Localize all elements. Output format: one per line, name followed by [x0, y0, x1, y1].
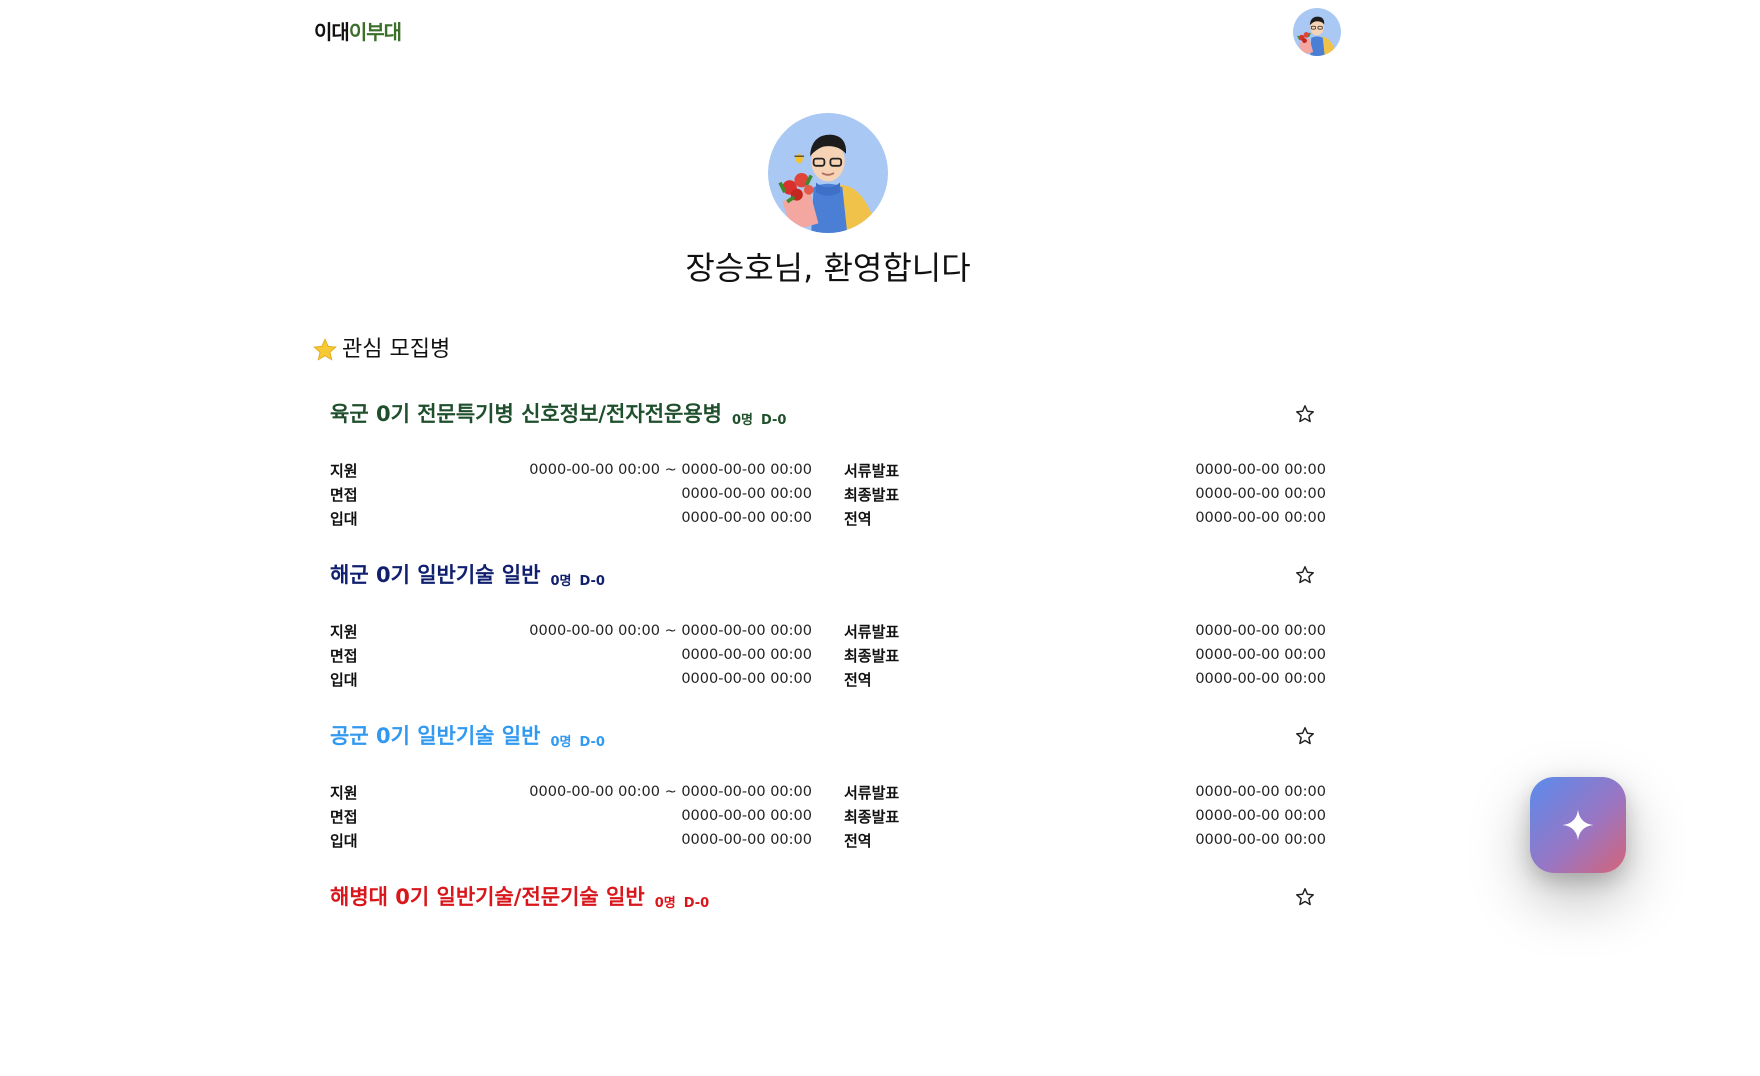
sparkle-icon	[1562, 809, 1594, 841]
favorite-star-button[interactable]	[1294, 564, 1316, 586]
value-enlist: 0000-00-00 00:00	[681, 832, 812, 848]
recruit-schedule: 지원 0000-00-00 00:00 ~ 0000-00-00 00:00 서류…	[330, 458, 1330, 530]
recruit-meta: 0명 D-0	[732, 409, 787, 428]
label-enlist: 입대	[330, 670, 358, 689]
value-interview: 0000-00-00 00:00	[681, 808, 812, 824]
value-final-announce: 0000-00-00 00:00	[1195, 808, 1326, 824]
recruit-count: 0명	[731, 412, 753, 428]
recruit-name[interactable]: 육군 0기 전문특기병 신호정보/전자전운용병	[330, 399, 722, 429]
recruit-card[interactable]: 공군 0기 일반기술 일반 0명 D-0 지원 0000-00-00 00:00 ~…	[330, 716, 1330, 852]
label-discharge: 전역	[844, 670, 872, 689]
page: 이대이부대 장승호님, 환영합니다 관심 모집병 육군 0기 전문특기병 신호정…	[0, 0, 1760, 1076]
favorite-star-button[interactable]	[1294, 886, 1316, 908]
ai-assistant-button[interactable]	[1530, 777, 1626, 873]
value-interview: 0000-00-00 00:00	[681, 486, 812, 502]
recruit-meta: 0명 D-0	[550, 570, 605, 589]
profile-avatar-button[interactable]	[1293, 8, 1341, 56]
recruit-dday: D-0	[579, 573, 605, 589]
profile-avatar	[768, 113, 888, 233]
logo-part-1: 이대	[314, 20, 350, 44]
recruit-meta: 0명 D-0	[655, 892, 710, 911]
recruit-count: 0명	[654, 895, 676, 911]
value-discharge: 0000-00-00 00:00	[1195, 832, 1326, 848]
star-outline-icon	[1296, 888, 1314, 906]
star-outline-icon	[1296, 727, 1314, 745]
recruit-card[interactable]: 육군 0기 전문특기병 신호정보/전자전운용병 0명 D-0 지원 0000-00-…	[330, 394, 1330, 530]
recruit-name[interactable]: 해군 0기 일반기술 일반	[330, 560, 540, 590]
label-discharge: 전역	[844, 509, 872, 528]
favorite-star-button[interactable]	[1294, 403, 1316, 425]
value-interview: 0000-00-00 00:00	[681, 647, 812, 663]
value-enlist: 0000-00-00 00:00	[681, 671, 812, 687]
label-apply: 지원	[330, 622, 358, 641]
value-doc-announce: 0000-00-00 00:00	[1195, 623, 1326, 639]
recruit-schedule: 지원 0000-00-00 00:00 ~ 0000-00-00 00:00 서류…	[330, 780, 1330, 852]
label-final-announce: 최종발표	[844, 485, 900, 504]
label-interview: 면접	[330, 485, 358, 504]
label-apply: 지원	[330, 783, 358, 802]
value-apply: 0000-00-00 00:00 ~ 0000-00-00 00:00	[529, 784, 812, 800]
label-interview: 면접	[330, 646, 358, 665]
recruit-dday: D-0	[579, 734, 605, 750]
label-enlist: 입대	[330, 509, 358, 528]
favorite-star-button[interactable]	[1294, 725, 1316, 747]
recruit-dday: D-0	[761, 412, 787, 428]
label-final-announce: 최종발표	[844, 807, 900, 826]
avatar-image	[1293, 8, 1341, 56]
recruit-card[interactable]: 해군 0기 일반기술 일반 0명 D-0 지원 0000-00-00 00:00 ~…	[330, 555, 1330, 691]
value-doc-announce: 0000-00-00 00:00	[1195, 462, 1326, 478]
logo[interactable]: 이대이부대	[314, 19, 402, 45]
recruit-name[interactable]: 공군 0기 일반기술 일반	[330, 721, 540, 751]
value-final-announce: 0000-00-00 00:00	[1195, 647, 1326, 663]
star-outline-icon	[1296, 566, 1314, 584]
label-enlist: 입대	[330, 831, 358, 850]
star-outline-icon	[1296, 405, 1314, 423]
label-final-announce: 최종발표	[844, 646, 900, 665]
value-final-announce: 0000-00-00 00:00	[1195, 486, 1326, 502]
logo-part-2: 이부대	[348, 20, 402, 44]
label-doc-announce: 서류발표	[844, 461, 900, 480]
recruit-count: 0명	[550, 573, 572, 589]
avatar-image	[768, 113, 888, 233]
value-enlist: 0000-00-00 00:00	[681, 510, 812, 526]
section-header: 관심 모집병	[312, 334, 450, 366]
welcome-title: 장승호님, 환영합니다	[685, 249, 971, 287]
recruit-name[interactable]: 해병대 0기 일반기술/전문기술 일반	[330, 882, 645, 912]
label-discharge: 전역	[844, 831, 872, 850]
label-doc-announce: 서류발표	[844, 783, 900, 802]
star-emoji-icon	[313, 338, 337, 361]
value-discharge: 0000-00-00 00:00	[1195, 671, 1326, 687]
recruit-count: 0명	[550, 734, 572, 750]
value-doc-announce: 0000-00-00 00:00	[1195, 784, 1326, 800]
label-doc-announce: 서류발표	[844, 622, 900, 641]
value-apply: 0000-00-00 00:00 ~ 0000-00-00 00:00	[529, 462, 812, 478]
recruit-dday: D-0	[683, 895, 710, 911]
label-interview: 면접	[330, 807, 358, 826]
recruit-schedule: 지원 0000-00-00 00:00 ~ 0000-00-00 00:00 서류…	[330, 619, 1330, 691]
label-apply: 지원	[330, 461, 358, 480]
recruit-card[interactable]: 해병대 0기 일반기술/전문기술 일반 0명 D-0	[330, 877, 1330, 913]
value-apply: 0000-00-00 00:00 ~ 0000-00-00 00:00	[529, 623, 812, 639]
section-title: 관심 모집병	[342, 337, 451, 362]
value-discharge: 0000-00-00 00:00	[1195, 510, 1326, 526]
recruit-meta: 0명 D-0	[550, 731, 605, 750]
